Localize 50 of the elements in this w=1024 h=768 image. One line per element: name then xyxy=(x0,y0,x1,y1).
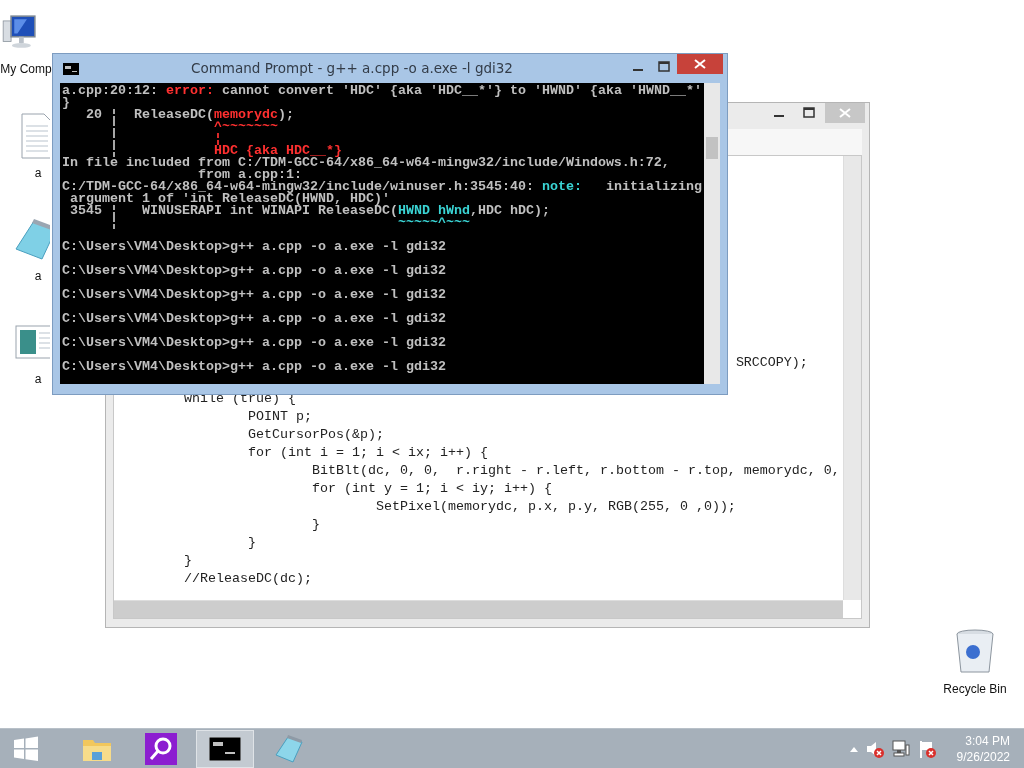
icon-label: a xyxy=(34,166,42,180)
window-title: Command Prompt - g++ a.cpp -o a.exe -l gdi32 xyxy=(190,60,514,76)
icon-label: a xyxy=(34,372,42,386)
magnifier-icon xyxy=(145,732,177,765)
icon-label: a xyxy=(34,269,42,283)
code-line: for (int i = 1; i < ix; i++) { xyxy=(248,445,488,460)
console-text: HWND hWnd xyxy=(397,203,470,218)
code-line: BitBlt(dc, 0, 0, r.right - r.left, r.bottom - r.top, memorydc, 0, xyxy=(311,463,840,478)
console-text: note: xyxy=(541,179,582,194)
console-text: C:\Users\VM4\Desktop>g++ a.cpp -o a.exe -l gdi32 xyxy=(62,359,446,374)
start-icon[interactable] xyxy=(12,734,40,763)
console-text: C:\Users\VM4\Desktop>g++ a.cpp -o a.exe -l gdi32 xyxy=(62,239,446,254)
console-text: from a.cpp:1: xyxy=(197,167,302,182)
console-text: C:\Users\VM4\Desktop>g++ a.cpp -o a.exe -l gdi32 xyxy=(62,311,446,326)
vertical-scrollbar[interactable] xyxy=(704,83,720,384)
code-line: SetPixel(memorydc, p.x, p.y, RGB(255, 0 ,0)); xyxy=(375,499,736,514)
console-icon xyxy=(209,736,241,761)
console-text: 20 ¦ ReleaseDC( xyxy=(85,107,214,122)
code-line: SRCCOPY); xyxy=(735,355,808,370)
icon-label: My Comp xyxy=(0,62,52,76)
console-text: ~~~~~^~~~ xyxy=(397,215,470,230)
console-text: C:\Users\VM4\Desktop>g++ a.cpp -o a.exe -l gdi32 xyxy=(62,287,446,302)
console-text: initializing xyxy=(604,179,702,194)
network-icon[interactable] xyxy=(890,738,911,759)
console-text: ); xyxy=(277,107,294,122)
notepad-icon xyxy=(273,732,305,765)
console-text: C:\Users\VM4\Desktop>g++ a.cpp -o a.exe -l gdi32 xyxy=(62,335,446,350)
horizontal-scrollbar[interactable] xyxy=(114,600,843,618)
code-line: } xyxy=(184,553,192,568)
icon-label: Recycle Bin xyxy=(943,682,1007,696)
console-text: memorydc xyxy=(213,107,278,122)
code-line: //ReleaseDC(dc); xyxy=(184,571,312,586)
console-text: a.cpp:20:12: xyxy=(62,83,159,98)
clock-time[interactable]: 3:04 PM xyxy=(965,732,1010,749)
close-icon[interactable] xyxy=(677,54,723,74)
console-text: ¦ xyxy=(213,131,222,146)
taskbar-button[interactable] xyxy=(196,729,254,768)
console-text: ,HDC hDC); xyxy=(469,203,550,218)
console-text: C:\Users\VM4\Desktop>g++ a.cpp -o a.exe -l gdi32 xyxy=(62,263,446,278)
code-line: POINT p; xyxy=(248,409,312,424)
code-line: for (int y = 1; i < iy; i++) { xyxy=(311,481,552,496)
code-line: } xyxy=(311,517,320,532)
console-text: error: xyxy=(166,83,214,98)
console-text: cannot convert 'HDC' {aka 'HDC__*'} to 'HWND' {aka 'HWND__*' xyxy=(220,83,702,98)
console-text: } xyxy=(62,95,70,110)
vertical-scrollbar[interactable] xyxy=(843,156,861,600)
code-line: } xyxy=(248,535,256,550)
console-app-icon xyxy=(63,63,79,75)
clock-date[interactable]: 9/26/2022 xyxy=(956,748,1010,765)
code-line: GetCursorPos(&p); xyxy=(248,427,384,442)
